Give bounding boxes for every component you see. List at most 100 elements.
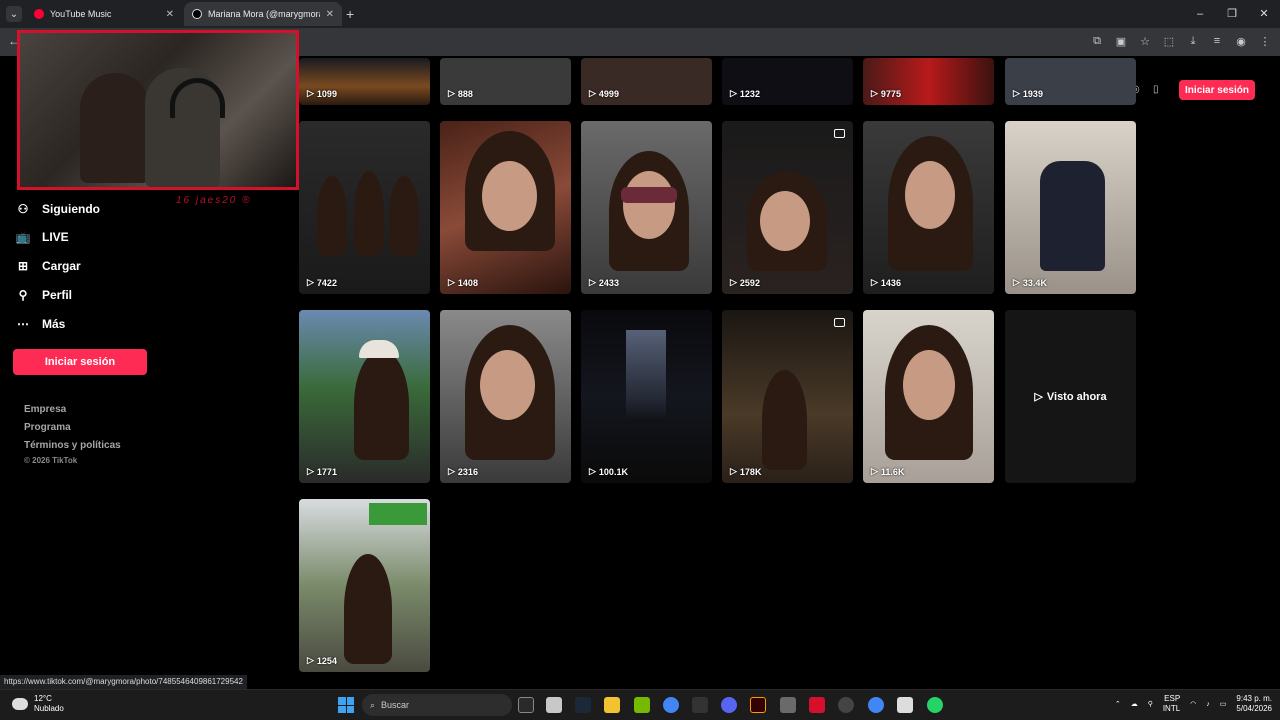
status-bar-url: https://www.tiktok.com/@marygmora/photo/… [0,675,247,689]
play-icon: ▷ [307,655,314,665]
tab-tiktok-profile[interactable]: Mariana Mora (@marygmora) | ✕ [184,2,342,26]
sidebar-login-button[interactable]: Iniciar sesión [13,349,147,375]
watched-now-overlay[interactable]: ▷ Visto ahora [1005,310,1136,483]
chrome-icon[interactable] [663,697,679,713]
cast-icon[interactable]: ▣ [1114,34,1128,48]
sidebar-item-upload[interactable]: ⊞ Cargar [16,259,81,273]
tab-youtube-music[interactable]: YouTube Music ✕ [26,2,182,26]
sidebar-item-profile[interactable]: ⚲ Perfil [16,288,72,302]
face-shape [760,191,810,251]
sidebar-item-following[interactable]: ⚇ Siguiendo [16,202,100,216]
sidebar-item-live[interactable]: 📺 LIVE [16,230,69,244]
footer-link-empresa[interactable]: Empresa [24,404,66,415]
taskbar-search[interactable]: ⌕ Buscar [362,694,512,716]
video-thumbnail[interactable]: ▷ 1254 [299,499,430,672]
volume-icon[interactable]: ♪ [1206,701,1210,708]
person-silhouette [354,350,409,460]
play-icon: ▷ [730,277,737,287]
weather-desc: Nublado [34,704,64,713]
discord-icon[interactable] [721,697,737,713]
obs-icon[interactable] [838,697,854,713]
photo-carousel-icon [834,318,845,327]
tab-search-button[interactable]: ⌄ [6,6,22,22]
play-icon: ▷ [448,466,455,476]
clock-date: 5/04/2026 [1236,704,1272,713]
steam-icon[interactable] [575,697,591,713]
video-thumbnail[interactable]: ▷ 11.6K [863,310,994,483]
download-icon[interactable]: ⤓ [1186,34,1200,48]
language-indicator[interactable]: ESP INTL [1163,694,1180,714]
video-thumbnail[interactable]: ▷ 888 [440,58,571,105]
illustrator-icon[interactable] [750,697,766,713]
face-shape [903,350,955,420]
profile-avatar-icon[interactable]: ◉ [1234,34,1248,48]
wifi-icon[interactable]: ◠ [1190,700,1196,708]
close-window-icon[interactable]: ✕ [1248,0,1280,28]
play-icon: ▷ [871,88,878,98]
tab-close-icon[interactable]: ✕ [166,9,174,20]
video-thumbnail[interactable]: ▷ 2316 [440,310,571,483]
translate-icon[interactable]: ⧉ [1090,34,1104,48]
nvidia-icon[interactable] [634,697,650,713]
system-tray: ⌃ ☁ ⚲ ESP INTL ◠ ♪ ▭ 9:43 p. m. 5/04/202… [1115,694,1272,714]
video-thumbnail[interactable]: ▷ 1436 [863,121,994,294]
video-thumbnail[interactable]: ▷ 33.4K [1005,121,1136,294]
chevron-up-icon[interactable]: ⌃ [1115,700,1121,708]
terminal-icon[interactable] [692,697,708,713]
bookmark-star-icon[interactable]: ☆ [1138,34,1152,48]
play-icon: ▷ [589,88,596,98]
clock[interactable]: 9:43 p. m. 5/04/2026 [1236,694,1272,714]
window-controls: – ❐ ✕ [1184,0,1280,28]
microphone-icon[interactable]: ⚲ [1148,700,1153,708]
video-thumbnail[interactable]: ▷ 2592 [722,121,853,294]
headset-icon [170,78,225,118]
footer-link-programa[interactable]: Programa [24,422,71,433]
sidebar-item-more[interactable]: ⋯ Más [16,317,65,331]
video-thumbnail[interactable]: ▷ 9775 [863,58,994,105]
whatsapp-icon[interactable] [927,697,943,713]
new-tab-button[interactable]: + [346,6,354,22]
task-view-icon[interactable] [518,697,534,713]
video-thumbnail[interactable]: ▷ 178K [722,310,853,483]
person-silhouette [354,171,384,256]
weather-widget[interactable]: 12°C Nublado [12,694,64,714]
stream-overlay-tag: 16 jaes20 ® [176,195,252,206]
browser-menu-icon[interactable]: ⋮ [1258,34,1272,48]
view-count: ▷ 1939 [1013,88,1043,99]
video-thumbnail[interactable]: ▷ 1939 [1005,58,1136,105]
more-dots-icon: ⋯ [17,317,29,331]
video-thumbnail[interactable]: ▷ 4999 [581,58,712,105]
video-thumbnail[interactable]: ▷ 2433 [581,121,712,294]
phone-icon[interactable]: ▯ [1153,84,1159,95]
maximize-icon[interactable]: ❐ [1216,0,1248,28]
sidebar-item-label: Más [42,317,66,331]
play-icon: ▷ [730,88,737,98]
video-thumbnail[interactable]: ▷ 1099 [299,58,430,105]
file-explorer-icon[interactable] [604,697,620,713]
chrome-profile-icon[interactable] [868,697,884,713]
extensions-icon[interactable]: ⬚ [1162,34,1176,48]
video-thumbnail[interactable]: ▷ 7422 [299,121,430,294]
video-thumbnail[interactable]: ▷ 1408 [440,121,571,294]
header-login-button[interactable]: Iniciar sesión [1179,80,1255,100]
play-icon: ▷ [1013,277,1020,287]
streamer-person [80,73,150,183]
tab-close-icon[interactable]: ✕ [326,9,334,20]
minimize-icon[interactable]: – [1184,0,1216,28]
notepad-icon[interactable] [897,697,913,713]
video-thumbnail[interactable]: ▷ 100.1K [581,310,712,483]
windows-start-icon[interactable] [338,697,354,713]
face-shape [623,171,675,239]
media-control-icon[interactable]: ≡ [1210,34,1224,48]
photo-carousel-icon [834,129,845,138]
battery-icon[interactable]: ▭ [1220,700,1227,708]
calculator-icon[interactable] [546,697,562,713]
video-thumbnail[interactable]: ▷ 1232 [722,58,853,105]
footer-link-terminos[interactable]: Términos y políticas [24,440,121,451]
tiktok-favicon-icon [192,9,202,19]
play-icon: ▷ [589,277,596,287]
onedrive-icon[interactable]: ☁ [1131,700,1138,708]
settings-gear-icon[interactable] [780,697,796,713]
streaming-app-icon[interactable] [809,697,825,713]
video-thumbnail[interactable]: ▷ 1771 [299,310,430,483]
